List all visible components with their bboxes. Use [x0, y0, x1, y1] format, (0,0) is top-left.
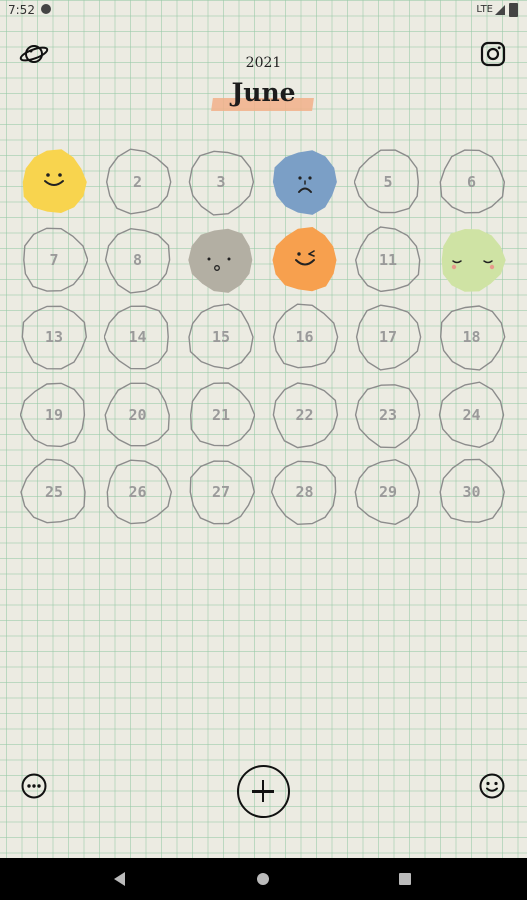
day-10[interactable] [271, 226, 339, 294]
year-label: 2021 [245, 55, 282, 71]
day-number: 18 [462, 328, 481, 346]
day-21[interactable]: 21 [187, 381, 255, 449]
day-7[interactable]: 7 [20, 226, 88, 294]
day-number: 21 [211, 405, 231, 424]
day-16[interactable]: 16 [271, 303, 339, 371]
day-number: 22 [295, 405, 314, 424]
day-18[interactable]: 18 [438, 303, 506, 371]
day-number: 15 [211, 328, 231, 346]
day-number: 6 [466, 173, 477, 191]
day-5[interactable]: 5 [354, 148, 422, 216]
mood-face-calm-icon [441, 228, 506, 292]
day-number: 8 [132, 250, 143, 269]
day-23[interactable]: 23 [354, 381, 422, 449]
smiley-icon [479, 773, 505, 799]
day-13[interactable]: 13 [20, 303, 88, 371]
navigation-bar [0, 858, 527, 900]
day-30[interactable]: 30 [438, 458, 506, 526]
mood-face-wink-icon [272, 226, 336, 291]
day-number: 11 [378, 250, 398, 269]
back-icon[interactable] [114, 872, 125, 886]
day-28[interactable]: 28 [270, 458, 339, 526]
battery-icon [509, 3, 518, 17]
notification-icon [41, 4, 51, 14]
day-4[interactable] [271, 148, 339, 216]
signal-icon [495, 5, 505, 15]
day-number: 17 [378, 328, 398, 346]
day-20[interactable]: 20 [103, 381, 172, 449]
mood-button[interactable] [477, 771, 507, 801]
mood-face-neutral-icon [188, 228, 253, 293]
day-27[interactable]: 27 [187, 458, 255, 526]
day-number: 2 [132, 173, 143, 191]
day-12[interactable] [438, 226, 506, 294]
day-3[interactable]: 3 [187, 148, 255, 216]
day-number: 23 [378, 405, 398, 424]
day-6[interactable]: 6 [438, 148, 506, 216]
month-title[interactable]: June [0, 78, 527, 107]
day-number: 28 [295, 483, 314, 501]
day-2[interactable]: 2 [104, 148, 172, 216]
day-14[interactable]: 14 [103, 303, 172, 371]
day-number: 20 [128, 405, 147, 424]
day-number: 7 [49, 250, 59, 269]
day-17[interactable]: 17 [354, 303, 422, 371]
day-26[interactable]: 26 [104, 458, 172, 526]
day-29[interactable]: 29 [354, 458, 422, 526]
mood-face-happy-icon [22, 149, 87, 213]
day-number: 3 [216, 173, 226, 191]
day-9[interactable] [187, 226, 255, 294]
network-type: LTE [476, 4, 493, 15]
add-entry-button[interactable] [237, 765, 290, 818]
day-1[interactable] [20, 148, 88, 216]
day-8[interactable]: 8 [104, 226, 172, 294]
day-number: 13 [44, 328, 64, 346]
status-time: 7:52 [8, 3, 35, 17]
status-bar: 7:52 LTE [0, 0, 527, 20]
more-options-icon [21, 773, 47, 799]
day-24[interactable]: 24 [438, 380, 506, 449]
add-icon-vertical [261, 780, 264, 802]
mood-face-sad-icon [272, 150, 337, 215]
day-number: 25 [44, 483, 64, 501]
day-number: 16 [295, 328, 314, 346]
day-11[interactable]: 11 [354, 225, 422, 294]
home-icon[interactable] [257, 873, 269, 885]
day-number: 29 [378, 483, 398, 501]
day-number: 30 [462, 483, 481, 501]
day-number: 5 [383, 173, 393, 191]
day-15[interactable]: 15 [187, 303, 255, 371]
day-number: 26 [128, 483, 147, 501]
more-options-button[interactable] [19, 771, 49, 801]
day-number: 14 [128, 328, 147, 346]
day-number: 24 [462, 405, 481, 424]
day-19[interactable]: 19 [20, 381, 88, 449]
day-25[interactable]: 25 [20, 458, 88, 526]
day-number: 19 [44, 405, 64, 424]
recent-apps-icon[interactable] [399, 873, 411, 885]
day-number: 27 [211, 483, 231, 501]
day-22[interactable]: 22 [271, 381, 339, 449]
